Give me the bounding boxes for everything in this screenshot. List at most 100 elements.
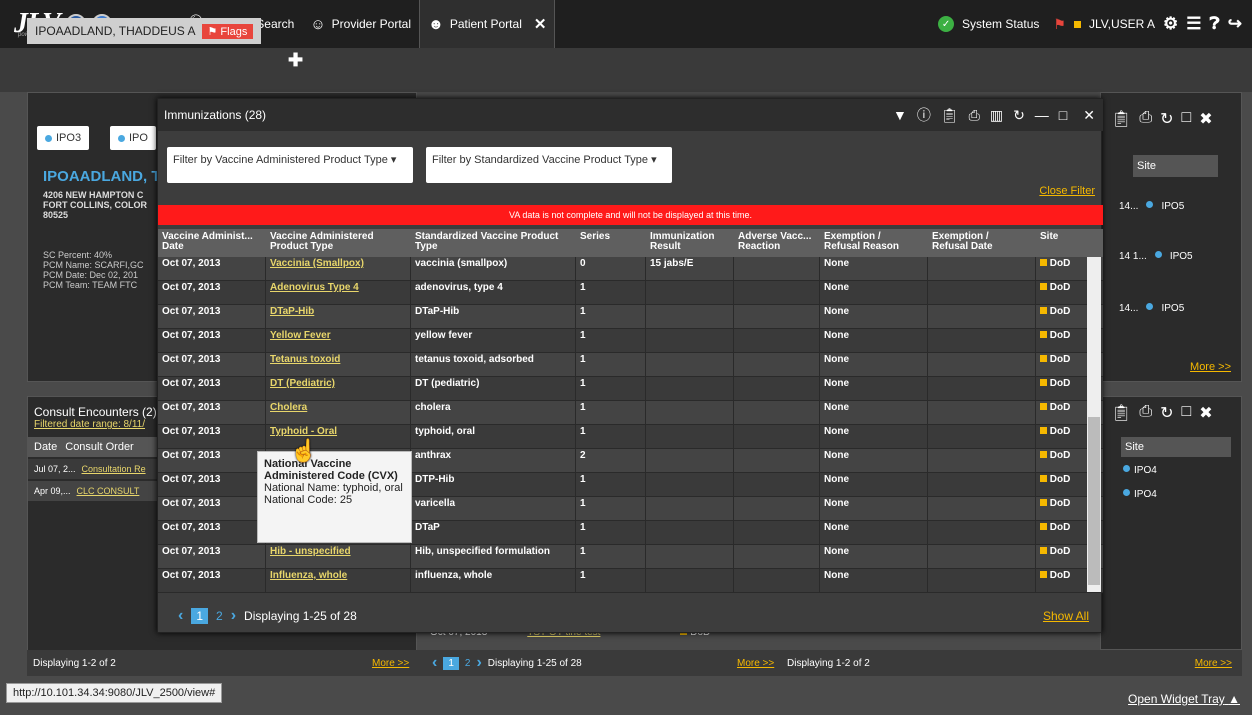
col-date[interactable]: Vaccine Administ... Date [162,232,258,252]
col-exempt-reason[interactable]: Exemption / Refusal Reason [824,232,914,252]
col-adverse[interactable]: Adverse Vacc... Reaction [738,232,818,252]
maximize-icon[interactable]: □ [1059,107,1067,123]
tab-ipo[interactable]: IPO [110,126,156,150]
chevron-left-icon[interactable]: ‹ [178,607,183,625]
more-link[interactable]: More >> [737,658,774,669]
more-link[interactable]: More >> [1190,361,1231,373]
cell-admin[interactable]: Adenovirus Type 4 [266,281,411,305]
system-status-link[interactable]: System Status [962,17,1039,31]
close-icon[interactable]: ✖ [1199,109,1212,129]
table-row[interactable]: IPO4 [1123,465,1157,476]
tab-ipo3[interactable]: IPO3 [37,126,90,150]
table-row[interactable]: Apr 09,... CLC CONSULT [28,481,158,501]
table-row[interactable]: Oct 07, 2013 Hib - unspecified Hib, unspec… [158,545,1103,569]
col-site[interactable]: Site [1040,232,1090,242]
table-row[interactable]: 14... IPO5 [1119,303,1184,314]
refresh-icon[interactable]: ↻ [1160,403,1173,423]
tooltip-code: National Code: 25 [264,494,353,506]
close-icon[interactable]: ✖ [1199,403,1212,423]
notes-icon[interactable]: ☰ [1186,14,1201,34]
filter-administered-select[interactable]: Filter by Vaccine Administered Product T… [167,147,413,183]
cell-admin[interactable]: Typhoid - Oral [266,425,411,449]
refresh-icon[interactable]: ↻ [1160,109,1173,129]
page-2[interactable]: 2 [465,658,471,669]
col-admin-type[interactable]: Vaccine Administered Product Type [270,232,400,252]
cell-admin[interactable]: Hib - unspecified [266,545,411,569]
col-result[interactable]: Immunization Result [650,232,730,252]
cell-admin[interactable]: DTaP-Hib [266,305,411,329]
col-consult-order[interactable]: Consult Order [65,441,133,453]
modal-title-bar[interactable]: Immunizations (28) ▼ ⓘ 📋︎ ⎙ ▥ ↻ — □ ✕ [158,99,1103,131]
table-row[interactable]: Oct 07, 2013 Influenza, whole influenza, w… [158,569,1103,593]
close-icon[interactable]: ✕ [534,15,547,33]
print-icon[interactable]: ⎙ [969,107,980,124]
col-site[interactable]: Site [1121,437,1231,457]
patient-tab[interactable]: IPOAADLAND, THADDEUS A ⚑ Flags [27,18,262,44]
cell-admin[interactable]: Influenza, whole [266,569,411,593]
table-row[interactable]: Oct 07, 2013 Cholera cholera 1 None DoD [158,401,1103,425]
refresh-icon[interactable]: ↻ [1013,107,1025,124]
close-filter-link[interactable]: Close Filter [1039,185,1095,197]
chevron-right-icon[interactable]: › [476,654,481,672]
table-row[interactable]: 14 1... IPO5 [1119,251,1193,262]
cell-series: 1 [576,353,646,377]
print-icon[interactable]: ⎙ [1139,109,1152,129]
row-order-link[interactable]: Consultation Re [82,464,146,474]
user-name[interactable]: JLV,USER A [1089,17,1155,31]
clipboard-icon[interactable]: 📋︎ [941,107,959,124]
table-row[interactable]: IPO4 [1123,489,1157,500]
show-all-link[interactable]: Show All [1043,609,1089,623]
cell-edate [928,353,1036,377]
flags-button[interactable]: ⚑ Flags [201,23,254,39]
col-exempt-date[interactable]: Exemption / Refusal Date [932,232,1022,252]
clipboard-icon[interactable]: 📋︎ [1111,403,1131,423]
col-site[interactable]: Site [1133,155,1218,177]
col-series[interactable]: Series [580,232,640,242]
table-row[interactable]: Oct 07, 2013 DT (Pediatric) DT (pediatric)… [158,377,1103,401]
open-widget-tray-link[interactable]: Open Widget Tray ▲ [1128,692,1240,706]
col-date[interactable]: Date [34,441,57,453]
scrollbar[interactable] [1087,257,1101,592]
cell-admin[interactable]: Tetanus toxoid [266,353,411,377]
page-1[interactable]: 1 [443,656,459,670]
cell-series: 1 [576,425,646,449]
cell-admin[interactable]: Yellow Fever [266,329,411,353]
cell-admin[interactable]: Vaccinia (Smallpox) [266,257,411,281]
help-icon[interactable]: ❓︎ [1210,14,1220,34]
columns-icon[interactable]: ▥ [990,107,1003,124]
page-1[interactable]: 1 [191,608,209,624]
chevron-left-icon[interactable]: ‹ [432,654,437,672]
filter-icon[interactable]: ▼ [893,107,907,123]
cell-admin[interactable]: Cholera [266,401,411,425]
close-icon[interactable]: ✕ [1083,107,1095,124]
add-tab-icon[interactable]: ✚ [288,50,303,71]
nav-patient-portal[interactable]: ☻ Patient Portal ✕ [419,0,556,48]
gear-icon[interactable]: ⚙ [1163,14,1178,34]
cell-edate [928,425,1036,449]
more-link[interactable]: More >> [372,658,409,669]
cell-admin[interactable]: DT (Pediatric) [266,377,411,401]
table-row[interactable]: Oct 07, 2013 Yellow Fever yellow fever 1 Non… [158,329,1103,353]
scroll-thumb[interactable] [1088,417,1100,585]
table-row[interactable]: Jul 07, 2... Consultation Re [28,459,158,479]
row-order-link[interactable]: CLC CONSULT [77,486,140,496]
table-row[interactable]: Oct 07, 2013 Adenovirus Type 4 adenovirus,… [158,281,1103,305]
info-icon[interactable]: ⓘ [917,105,931,125]
filter-standardized-select[interactable]: Filter by Standardized Vaccine Product T… [426,147,672,183]
print-icon[interactable]: ⎙ [1139,403,1152,423]
col-std-type[interactable]: Standardized Vaccine Product Type [415,232,565,252]
table-row[interactable]: Oct 07, 2013 DTaP-Hib DTaP-Hib 1 None DoD [158,305,1103,329]
chevron-right-icon[interactable]: › [231,607,236,625]
minimize-icon[interactable]: — [1035,107,1049,123]
logout-icon[interactable]: ↪ [1228,14,1242,34]
filter-range-link[interactable]: Filtered date range: 8/11/ [34,419,145,430]
clipboard-icon[interactable]: 📋︎ [1111,109,1131,129]
table-row[interactable]: Oct 07, 2013 Vaccinia (Smallpox) vaccinia … [158,257,1103,281]
table-row[interactable]: Oct 07, 2013 Tetanus toxoid tetanus toxoid… [158,353,1103,377]
more-link[interactable]: More >> [1195,658,1232,669]
table-row[interactable]: 14... IPO5 [1119,201,1184,212]
page-2[interactable]: 2 [216,609,223,623]
nav-provider-portal[interactable]: ☺ Provider Portal [302,0,419,48]
expand-icon[interactable]: □ [1182,109,1192,129]
expand-icon[interactable]: □ [1182,403,1192,423]
